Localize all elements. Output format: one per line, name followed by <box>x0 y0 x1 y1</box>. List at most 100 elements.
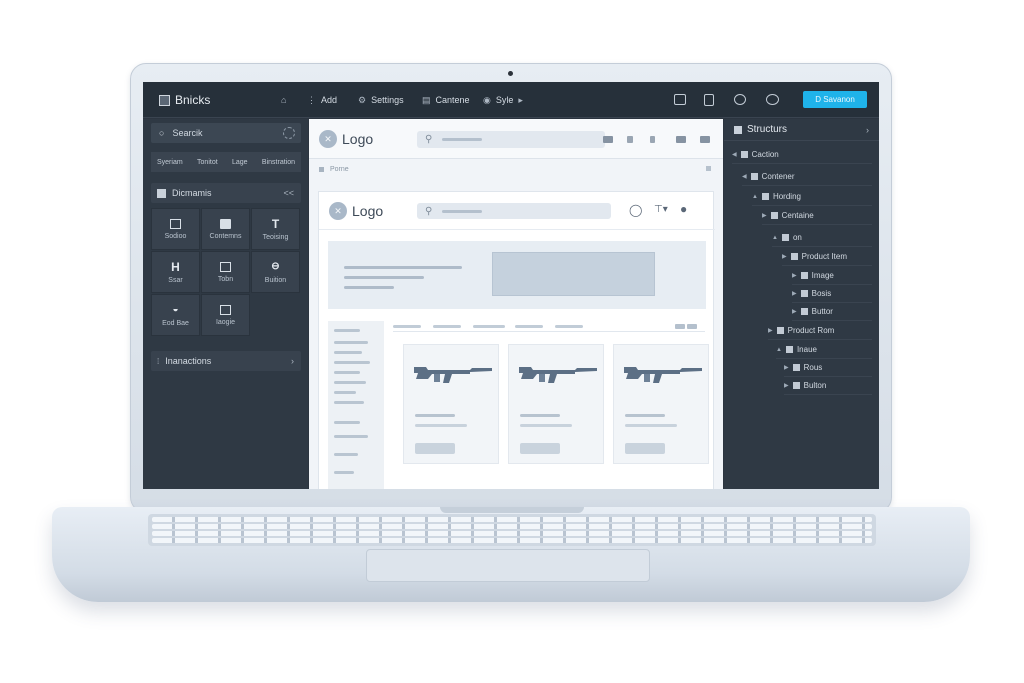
tree-node-button[interactable]: ▶ Buttor <box>792 303 872 321</box>
elements-section-header[interactable]: Dicmamis << <box>151 183 301 203</box>
tab-placeholder[interactable] <box>473 325 505 328</box>
element-tile-heading[interactable]: H Ssar <box>151 251 200 293</box>
undo-icon[interactable] <box>627 136 633 143</box>
breadcrumb-page[interactable]: Porne <box>330 166 349 173</box>
tree-node-container[interactable]: ◀ Contener <box>742 168 872 186</box>
tab-placeholder[interactable] <box>515 325 543 328</box>
style-button[interactable]: ◉ Syle ▸ <box>483 82 523 118</box>
tree-node-rows[interactable]: ▶ Rous <box>784 359 872 377</box>
sidebar-filter-list <box>328 321 384 489</box>
preview-search-bar[interactable]: ⚲ <box>417 203 611 219</box>
settings-label: Settings <box>371 95 404 105</box>
home-icon: ⌂ <box>281 95 287 105</box>
mobile-view-icon[interactable] <box>734 94 746 105</box>
filter-line <box>334 421 360 424</box>
tablet-view-icon[interactable] <box>704 94 714 106</box>
touchpad <box>366 549 650 582</box>
chevron-right-icon[interactable]: › <box>866 125 869 135</box>
view-toggle-icon[interactable] <box>687 324 697 329</box>
category-tabs: Syeriam Tonitot Lage Binstration <box>151 152 301 172</box>
tree-node-heading[interactable]: ▲ Hording <box>752 188 872 206</box>
laptop-hinge <box>440 507 584 513</box>
element-tile-tabs[interactable]: Tobn <box>201 251 250 293</box>
layout-icon[interactable] <box>676 136 686 143</box>
product-card[interactable] <box>508 344 604 464</box>
tree-node-section[interactable]: ◀ Caction <box>732 146 872 164</box>
builder-canvas[interactable]: ✕ Logo ⚲ Porne ✕ Logo ⚲ ◯ ⊤▾ ● <box>309 119 723 489</box>
hero-banner[interactable] <box>328 241 706 309</box>
element-tile-image[interactable]: Iaogie <box>201 294 250 336</box>
page-preview[interactable]: ✕ Logo ⚲ ◯ ⊤▾ ● <box>318 191 715 489</box>
filter-line <box>334 453 358 456</box>
node-icon <box>781 234 789 241</box>
interactions-title: Inanactions <box>165 356 212 366</box>
category-tab[interactable]: Syeriam <box>157 159 183 166</box>
element-tile-text[interactable]: T Teoising <box>251 208 300 250</box>
category-tab[interactable]: Tonitot <box>197 159 218 166</box>
structure-panel: Structurs › ◀ Caction ◀ Contener ▲ Hordi… <box>724 119 879 489</box>
settings-button[interactable]: ⚙ Settings <box>358 82 404 118</box>
product-price-line <box>520 424 572 427</box>
element-tile-button[interactable]: ⊖ Buition <box>251 251 300 293</box>
tree-node-basic[interactable]: ▶ Bosis <box>792 285 872 303</box>
desktop-view-icon[interactable] <box>674 94 686 105</box>
collapse-icon[interactable]: << <box>283 188 294 198</box>
save-button[interactable]: D Savanon <box>803 91 867 108</box>
breadcrumb-action-icon[interactable] <box>706 166 711 171</box>
page-icon <box>319 166 324 172</box>
tree-node-on[interactable]: ▲ on <box>772 229 872 247</box>
product-buy-button[interactable] <box>415 443 455 454</box>
filter-gear-icon[interactable] <box>283 127 295 139</box>
tree-node-image[interactable]: ▲ Inaue <box>776 341 872 359</box>
product-price-line <box>625 424 677 427</box>
tree-node-container[interactable]: ▶ Centaine <box>762 207 872 225</box>
tree-node-product-item[interactable]: ▶ Product Item <box>782 248 872 266</box>
element-tile-container[interactable]: Contemns <box>201 208 250 250</box>
caret-icon: ▲ <box>776 346 782 353</box>
embed-icon: ◒ <box>172 303 179 315</box>
menu-icon[interactable] <box>603 136 613 143</box>
node-icon <box>770 212 778 219</box>
element-tile-embed[interactable]: ◒ Eod Bae <box>151 294 200 336</box>
tab-placeholder[interactable] <box>555 325 583 328</box>
tree-node-product-item[interactable]: ▶ Product Rom <box>768 322 872 340</box>
add-button[interactable]: ⋮ Add <box>307 82 337 118</box>
tab-placeholder[interactable] <box>433 325 461 328</box>
preview-logo[interactable]: ✕ Logo <box>329 202 383 220</box>
heading-icon: H <box>171 259 180 274</box>
product-buy-button[interactable] <box>520 443 560 454</box>
element-search-input[interactable]: ○ Searcik <box>151 123 301 143</box>
cart-icon[interactable]: ⊤▾ <box>654 204 668 215</box>
caret-icon: ◀ <box>732 152 737 158</box>
interactions-section-header[interactable]: ⁞ Inanactions › <box>151 351 301 371</box>
tree-node-label: Product Rom <box>787 326 835 335</box>
home-button[interactable]: ⌂ <box>281 82 286 118</box>
structure-header[interactable]: Structurs › <box>724 119 879 141</box>
caret-icon: ▶ <box>782 254 787 260</box>
user-icon[interactable]: ● <box>680 202 687 216</box>
content-button[interactable]: ▤ Cantene <box>422 82 470 118</box>
header-search-bar[interactable]: ⚲ <box>417 131 605 148</box>
product-card[interactable] <box>403 344 499 464</box>
tree-node-image[interactable]: ▶ Image <box>792 267 872 285</box>
preview-icon[interactable] <box>700 136 710 143</box>
category-tab[interactable]: Binstration <box>262 159 295 166</box>
preview-logo-text: Logo <box>352 203 384 219</box>
node-icon <box>761 193 769 200</box>
app-brand[interactable]: Bnicks <box>159 82 210 118</box>
comment-icon[interactable] <box>766 94 779 105</box>
chevron-right-icon[interactable]: › <box>291 356 294 366</box>
product-buy-button[interactable] <box>625 443 665 454</box>
category-tab[interactable]: Lage <box>232 159 248 166</box>
view-toggle-icon[interactable] <box>675 324 685 329</box>
node-icon <box>790 253 798 260</box>
chat-icon[interactable]: ◯ <box>629 203 642 217</box>
redo-icon[interactable] <box>650 136 655 143</box>
caret-icon: ▶ <box>792 273 797 279</box>
tab-placeholder[interactable] <box>393 325 421 328</box>
element-tile-section[interactable]: Sodioo <box>151 208 200 250</box>
product-card[interactable] <box>613 344 709 464</box>
tree-node-button[interactable]: ▶ Bulton <box>784 377 872 395</box>
tree-node-label: on <box>792 233 802 242</box>
site-logo[interactable]: ✕ Logo <box>319 130 373 148</box>
